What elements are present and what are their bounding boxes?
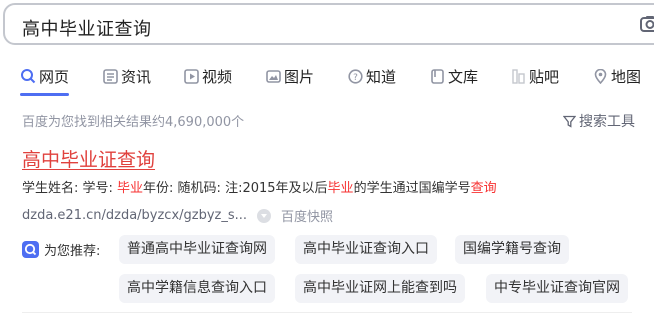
tab-images[interactable]: 图片 bbox=[266, 65, 314, 87]
tab-zhidao[interactable]: ? 知道 bbox=[348, 65, 396, 87]
question-icon: ? bbox=[348, 68, 363, 84]
tab-label: 文库 bbox=[448, 67, 479, 86]
recommend-label-text: 为您推荐: bbox=[44, 244, 101, 259]
snippet-highlight: 毕业 bbox=[327, 181, 354, 196]
snippet-highlight: 毕业 bbox=[117, 181, 144, 196]
tab-tieba[interactable]: 贴吧 bbox=[511, 65, 559, 87]
tab-map[interactable]: 地图 bbox=[593, 65, 641, 87]
recommend-chip[interactable]: 高中毕业证查询入口 bbox=[295, 235, 437, 264]
search-tools-label: 搜索工具 bbox=[579, 114, 635, 130]
chevron-down-icon[interactable] bbox=[257, 208, 272, 223]
svg-text:?: ? bbox=[353, 73, 358, 83]
search-tabs: 网页 资讯 视频 图片 ? 知道 文库 贴吧 地图 bbox=[0, 60, 654, 96]
tab-label: 资讯 bbox=[121, 67, 152, 86]
result-count: 百度为您找到相关结果约4,690,000个 bbox=[22, 115, 245, 130]
tab-label: 网页 bbox=[39, 67, 70, 86]
tab-label: 贴吧 bbox=[529, 67, 560, 86]
snippet-highlight: 查询 bbox=[470, 181, 497, 196]
recommend-chip[interactable]: 国编学籍号查询 bbox=[455, 235, 569, 264]
tieba-icon bbox=[512, 68, 525, 84]
image-icon bbox=[266, 69, 281, 83]
divider bbox=[22, 312, 632, 313]
cache-link[interactable]: 百度快照 bbox=[281, 206, 333, 225]
document-icon bbox=[431, 68, 444, 84]
snippet-text: 的学生通过国编学号 bbox=[353, 181, 471, 196]
tab-video[interactable]: 视频 bbox=[184, 65, 232, 87]
active-tab-indicator bbox=[20, 93, 70, 96]
search-tools-button[interactable]: 搜索工具 bbox=[563, 111, 635, 131]
search-input[interactable]: 高中毕业证查询 bbox=[22, 15, 152, 41]
recommend-chip[interactable]: 高中学籍信息查询入口 bbox=[119, 274, 275, 303]
tab-label: 知道 bbox=[366, 67, 397, 86]
recommend-label: 为您推荐: bbox=[22, 240, 100, 259]
tab-wenku[interactable]: 文库 bbox=[430, 65, 478, 87]
tab-label: 图片 bbox=[284, 67, 315, 86]
tab-label: 视频 bbox=[202, 67, 233, 86]
recommend-chip[interactable]: 普通高中毕业证查询网 bbox=[119, 235, 275, 264]
news-icon bbox=[103, 68, 118, 84]
result-url[interactable]: dzda.e21.cn/dzda/byzcx/gzbyz_s... bbox=[22, 208, 247, 223]
tab-label: 地图 bbox=[611, 67, 642, 86]
result-url-row: dzda.e21.cn/dzda/byzcx/gzbyz_s... 百度快照 bbox=[22, 206, 333, 225]
filter-icon bbox=[563, 115, 576, 128]
search-box[interactable]: 高中毕业证查询 bbox=[3, 3, 654, 45]
recommend-chip[interactable]: 高中毕业证网上能查到吗 bbox=[295, 274, 465, 303]
camera-icon[interactable] bbox=[639, 13, 654, 35]
tab-web[interactable]: 网页 bbox=[20, 65, 70, 96]
tab-news[interactable]: 资讯 bbox=[103, 65, 151, 87]
recommend-search-icon bbox=[22, 241, 39, 258]
result-title-link[interactable]: 高中毕业证查询 bbox=[22, 145, 155, 172]
result-snippet: 学生姓名: 学号: 毕业年份: 随机码: 注:2015年及以后毕业的学生通过国编… bbox=[22, 177, 497, 196]
snippet-text: 年份: 随机码: 注:2015年及以后 bbox=[143, 181, 328, 196]
map-icon bbox=[594, 68, 607, 84]
video-icon bbox=[184, 68, 199, 84]
snippet-text: 学生姓名: 学号: bbox=[22, 181, 118, 196]
search-icon bbox=[21, 69, 36, 84]
recommend-chip[interactable]: 中专毕业证查询官网 bbox=[486, 274, 628, 303]
